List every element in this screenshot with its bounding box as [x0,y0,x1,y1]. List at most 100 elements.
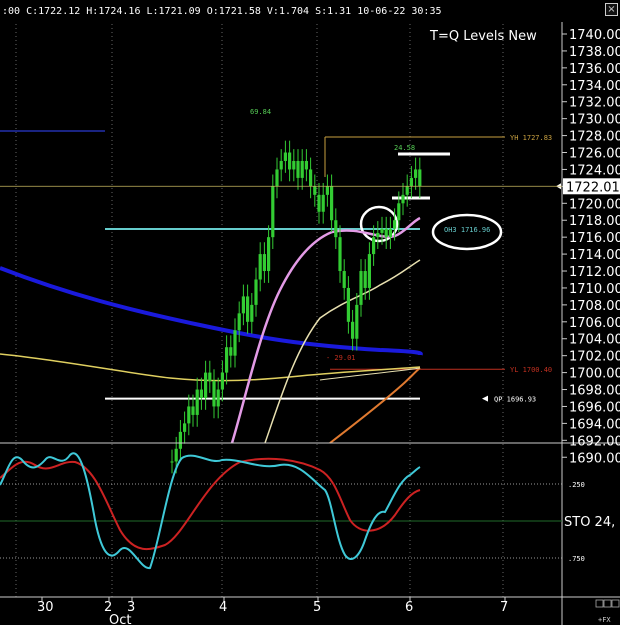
candle-body [334,220,338,238]
candle-body [359,271,363,305]
candle-body [275,169,279,187]
price-chart: YH 1727.83 OH3 1716.96 YL 1700.40 QP 1696.9… [0,22,620,625]
candle-body [342,271,346,288]
annotation-label: 69.84 [250,108,271,116]
stoch-fast-line [0,452,421,569]
price-tick-label: 1714.00 [569,248,620,263]
candle-body [225,347,229,373]
candle-body [254,279,258,305]
oh3-level-label: OH3 1716.96 [444,226,490,234]
month-label: Oct [109,613,131,625]
stoch-readout: STO 24, [564,515,615,530]
scroll-box-icon [603,599,612,608]
price-tick-label: 1732.00 [569,96,620,111]
price-tick-label: 1704.00 [569,333,620,348]
price-tick-label: 1738.00 [569,45,620,60]
stochastic-oscillator: .250 .750 STO 24, +FX [0,452,615,624]
candle-body [178,431,182,449]
time-tick-label: 5 [313,600,321,615]
candle-body [204,372,208,398]
candle-body [351,321,355,339]
candle-body [325,186,329,195]
candle-body [414,169,418,178]
time-tick-label: 7 [500,600,508,615]
candle-body [388,228,392,238]
candle-body [212,381,216,407]
candle-body [229,347,233,356]
price-tick-label: 1708.00 [569,299,620,314]
qp-level-label: QP 1696.93 [494,396,536,404]
candle-body [355,304,359,339]
time-tick-label: 4 [219,600,227,615]
fx-corner-label: +FX [598,616,611,624]
stoch-slow-line [0,457,421,551]
candle-body [397,203,401,221]
candle-body [262,254,266,272]
price-axis: 1740.00 1738.00 1736.00 1734.00 1732.00 1730.… [0,22,620,625]
candle-body [241,296,245,314]
price-tick-label: 1716.00 [569,231,620,246]
candle-body [187,406,191,424]
yl-level-label: YL 1700.40 [510,366,552,374]
candle-body [309,169,313,187]
osc-level-label: .750 [568,555,585,563]
price-tick-label: 1710.00 [569,282,620,297]
scroll-box-icon [611,599,620,608]
candle-body [170,461,174,463]
candle-body [283,152,287,161]
candle-body [216,389,220,407]
candle-body [372,237,376,255]
candle-body [384,228,388,238]
candle-body [330,186,334,221]
price-tick-label: 1720.00 [569,197,620,212]
candle-body [405,186,409,195]
price-tick-label: 1728.00 [569,130,620,145]
price-tick-label: 1726.00 [569,147,620,162]
candle-body [367,254,371,288]
candle-body [304,160,308,170]
price-tick-label: 1718.00 [569,214,620,229]
scroll-box-icon [595,599,604,608]
candle-body [409,177,413,187]
candle-body [376,232,380,238]
price-tick-label: 1734.00 [569,79,620,94]
price-tick-label: 1736.00 [569,62,620,77]
candle-body [183,423,187,432]
price-tick-label: 1698.00 [569,384,620,399]
price-tick-label: 1702.00 [569,350,620,365]
candle-body [292,160,296,170]
annotation-label: 24.58 [394,144,415,152]
candle-body [338,237,342,272]
candle-body [237,313,241,331]
candle-body [300,160,304,178]
price-tick-label: 1740.00 [569,28,620,43]
price-tick-label: 1696.00 [569,400,620,415]
candle-body [321,194,325,212]
candlesticks [170,140,422,474]
candle-body [296,160,300,178]
candle-body [401,194,405,204]
candle-body [380,228,384,233]
last-price-label: 1722.01 [566,180,620,195]
price-tick-label: 1712.00 [569,265,620,280]
candle-body [250,304,254,322]
time-tick-label: 6 [405,600,413,615]
time-axis: 30 2 3 4 5 6 7Oct [37,597,620,625]
yh-level-label: YH 1727.83 [510,134,552,142]
candle-body [258,254,262,280]
candle-body [393,220,397,229]
qp-arrow [482,395,488,402]
ma-orange-line [329,367,421,444]
candle-body [246,296,250,322]
price-tick-label: 1724.00 [569,163,620,178]
price-tick-label: 1700.00 [569,367,620,382]
price-tick-label: 1690.00 [569,451,620,466]
chart-title: T=Q Levels New [429,29,537,44]
annotation-label: - 29.01 [326,354,356,362]
candle-body [313,186,317,195]
candle-body [288,152,292,170]
candle-body [418,169,422,187]
price-tick-label: 1694.00 [569,417,620,432]
candle-body [317,194,321,212]
price-tick-label: 1730.00 [569,113,620,128]
